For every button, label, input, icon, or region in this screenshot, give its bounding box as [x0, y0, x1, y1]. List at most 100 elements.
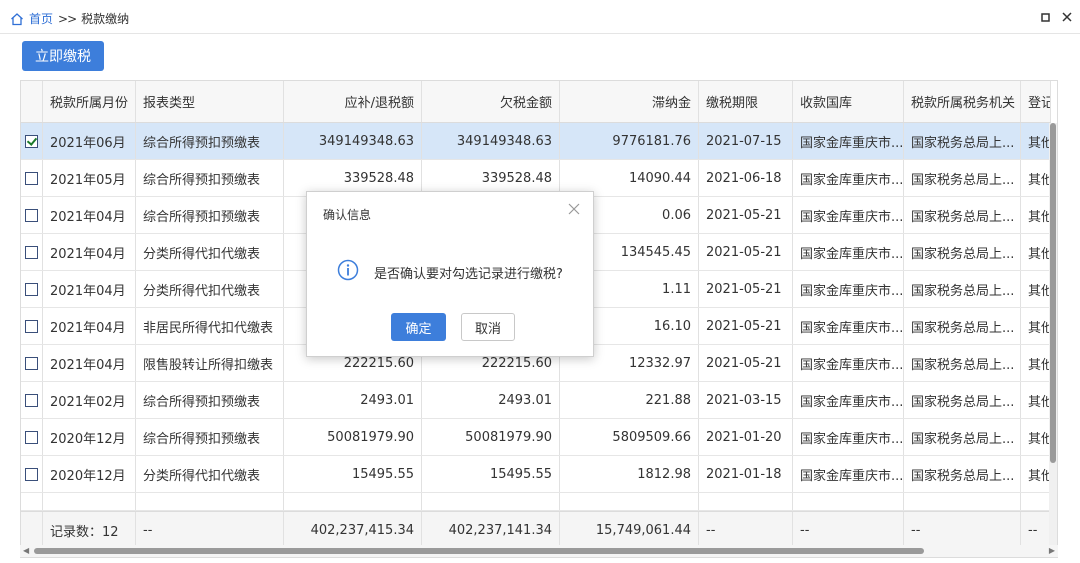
- horizontal-scrollbar[interactable]: ◀ ▶: [20, 545, 1058, 557]
- cell-col-registration: 其他: [1021, 308, 1051, 344]
- row-checkbox-cell[interactable]: [21, 419, 43, 455]
- cell-col-treasury: 国家金库重庆市...: [793, 308, 904, 344]
- cell-col-report-type: 综合所得预扣预缴表: [136, 123, 284, 159]
- cell-col-tax-authority: 国家税务总局上...: [904, 456, 1021, 492]
- cell-col-deadline: 2021-07-15: [699, 123, 793, 159]
- cell-col-tax-authority: 国家税务总局上...: [904, 160, 1021, 196]
- cell-col-payable: 2493.01: [284, 382, 422, 418]
- header-col-treasury[interactable]: 收款国库: [793, 81, 904, 122]
- cell-partial: [1021, 493, 1051, 510]
- header-col-registration[interactable]: 登记: [1021, 81, 1051, 122]
- cell-col-arrears: 2493.01: [422, 382, 560, 418]
- cell-col-arrears: 50081979.90: [422, 419, 560, 455]
- cell-col-tax-authority: 国家税务总局上...: [904, 271, 1021, 307]
- cell-partial: [422, 493, 560, 510]
- cell-col-tax-month: 2020年12月: [43, 456, 136, 492]
- confirm-dialog: 确认信息 是否确认要对勾选记录进行缴税? 确定 取消: [306, 191, 594, 357]
- footer-col-deadline: --: [699, 512, 793, 548]
- footer-checkbox-cell: [21, 512, 43, 548]
- confirm-cancel-button[interactable]: 取消: [461, 313, 515, 341]
- cell-col-treasury: 国家金库重庆市...: [793, 234, 904, 270]
- cell-col-registration: 其他: [1021, 456, 1051, 492]
- cell-col-report-type: 综合所得预扣预缴表: [136, 160, 284, 196]
- cell-col-tax-month: 2021年04月: [43, 197, 136, 233]
- cell-col-deadline: 2021-01-20: [699, 419, 793, 455]
- row-checkbox-cell[interactable]: [21, 234, 43, 270]
- cell-partial: [793, 493, 904, 510]
- cell-col-report-type: 非居民所得代扣代缴表: [136, 308, 284, 344]
- cell-col-tax-month: 2021年02月: [43, 382, 136, 418]
- row-checkbox[interactable]: [25, 356, 38, 370]
- cell-col-report-type: 分类所得代扣代缴表: [136, 234, 284, 270]
- cell-col-registration: 其他: [1021, 197, 1051, 233]
- table-row[interactable]: 2020年12月 分类所得代扣代缴表 15495.55 15495.55 1812.98…: [21, 456, 1051, 493]
- cell-col-tax-month: 2020年12月: [43, 419, 136, 455]
- row-checkbox[interactable]: [25, 430, 38, 444]
- horizontal-scroll-thumb[interactable]: [34, 548, 924, 554]
- row-checkbox-cell[interactable]: [21, 160, 43, 196]
- row-checkbox-cell[interactable]: [21, 345, 43, 381]
- cell-col-late-fee: 1812.98: [560, 456, 699, 492]
- cell-col-late-fee: 5809509.66: [560, 419, 699, 455]
- header-col-tax-month[interactable]: 税款所属月份: [43, 81, 136, 122]
- row-checkbox-cell[interactable]: [21, 382, 43, 418]
- cell-col-deadline: 2021-03-15: [699, 382, 793, 418]
- cell-col-report-type: 综合所得预扣预缴表: [136, 419, 284, 455]
- header-col-arrears[interactable]: 欠税金额: [422, 81, 560, 122]
- scroll-left-icon[interactable]: ◀: [23, 546, 29, 555]
- vertical-scroll-thumb[interactable]: [1050, 123, 1056, 463]
- scroll-right-icon[interactable]: ▶: [1049, 546, 1055, 555]
- row-checkbox-cell[interactable]: [21, 197, 43, 233]
- row-checkbox[interactable]: [25, 171, 38, 185]
- close-icon[interactable]: [1060, 10, 1074, 24]
- cell-col-deadline: 2021-05-21: [699, 345, 793, 381]
- header-col-report-type[interactable]: 报表类型: [136, 81, 284, 122]
- window-controls: [1038, 10, 1074, 24]
- table-row-partial[interactable]: [21, 493, 1051, 511]
- home-icon[interactable]: [10, 12, 24, 26]
- cell-col-late-fee: 9776181.76: [560, 123, 699, 159]
- cell-col-tax-authority: 国家税务总局上...: [904, 308, 1021, 344]
- row-checkbox-cell[interactable]: [21, 456, 43, 492]
- row-checkbox-cell[interactable]: [21, 308, 43, 344]
- footer-col-payable: 402,237,415.34: [284, 512, 422, 548]
- row-checkbox-cell[interactable]: [21, 271, 43, 307]
- row-checkbox[interactable]: [25, 208, 38, 222]
- row-checkbox-cell[interactable]: [21, 123, 43, 159]
- header-col-tax-authority[interactable]: 税款所属税务机关: [904, 81, 1021, 122]
- row-checkbox[interactable]: [25, 134, 38, 148]
- header-checkbox-cell: [21, 81, 43, 122]
- cell-col-tax-month: 2021年06月: [43, 123, 136, 159]
- cell-col-treasury: 国家金库重庆市...: [793, 160, 904, 196]
- dialog-close-icon[interactable]: [567, 202, 581, 216]
- row-checkbox[interactable]: [25, 467, 38, 481]
- header-col-payable[interactable]: 应补/退税额: [284, 81, 422, 122]
- row-checkbox[interactable]: [25, 319, 38, 333]
- restore-icon[interactable]: [1038, 10, 1052, 24]
- cell-col-payable: 15495.55: [284, 456, 422, 492]
- cell-col-tax-authority: 国家税务总局上...: [904, 197, 1021, 233]
- cell-col-payable: 349149348.63: [284, 123, 422, 159]
- cell-partial: [560, 493, 699, 510]
- cell-col-tax-authority: 国家税务总局上...: [904, 382, 1021, 418]
- cell-col-tax-month: 2021年04月: [43, 345, 136, 381]
- cell-col-tax-authority: 国家税务总局上...: [904, 345, 1021, 381]
- breadcrumb-home-link[interactable]: 首页: [29, 10, 53, 27]
- row-checkbox[interactable]: [25, 245, 38, 259]
- header-col-deadline[interactable]: 缴税期限: [699, 81, 793, 122]
- table-row[interactable]: 2021年06月 综合所得预扣预缴表 349149348.63 349149348.6…: [21, 123, 1051, 160]
- cell-col-arrears: 349149348.63: [422, 123, 560, 159]
- vertical-scrollbar[interactable]: [1049, 123, 1057, 551]
- header-col-late-fee[interactable]: 滞纳金: [560, 81, 699, 122]
- cell-partial: [21, 493, 43, 510]
- row-checkbox[interactable]: [25, 393, 38, 407]
- table-row[interactable]: 2020年12月 综合所得预扣预缴表 50081979.90 50081979.90 5…: [21, 419, 1051, 456]
- cell-col-deadline: 2021-01-18: [699, 456, 793, 492]
- table-header: 税款所属月份 报表类型 应补/退税额 欠税金额 滞纳金 缴税期限 收款国库 税款所属税务机关登…: [21, 81, 1051, 123]
- cell-col-payable: 50081979.90: [284, 419, 422, 455]
- table-row[interactable]: 2021年02月 综合所得预扣预缴表 2493.01 2493.01 221.88 202…: [21, 382, 1051, 419]
- row-checkbox[interactable]: [25, 282, 38, 296]
- pay-now-button[interactable]: 立即缴税: [22, 41, 104, 71]
- cell-col-registration: 其他: [1021, 419, 1051, 455]
- confirm-ok-button[interactable]: 确定: [391, 313, 446, 341]
